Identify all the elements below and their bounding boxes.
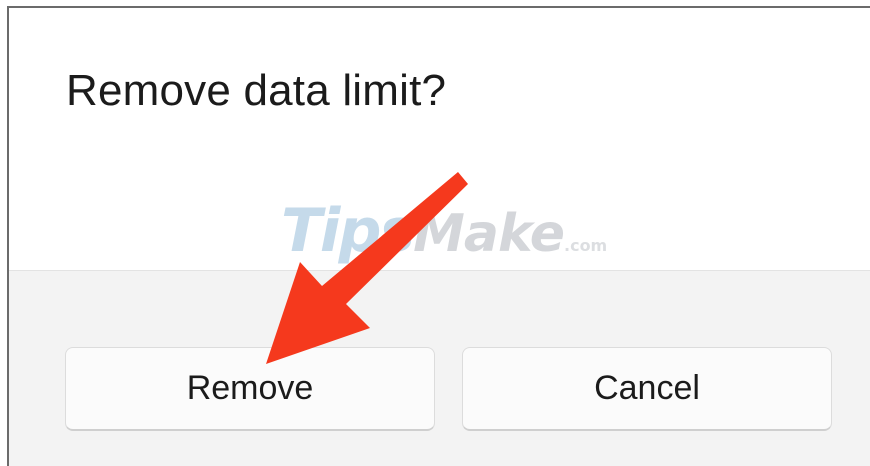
remove-button[interactable]: Remove xyxy=(65,347,435,431)
dialog-title: Remove data limit? xyxy=(66,66,447,115)
dialog-footer: Remove Cancel xyxy=(9,270,870,466)
dialog-content: Remove data limit? xyxy=(9,8,870,270)
remove-data-limit-dialog: Remove data limit? Remove Cancel xyxy=(7,6,870,466)
cancel-button[interactable]: Cancel xyxy=(462,347,832,431)
